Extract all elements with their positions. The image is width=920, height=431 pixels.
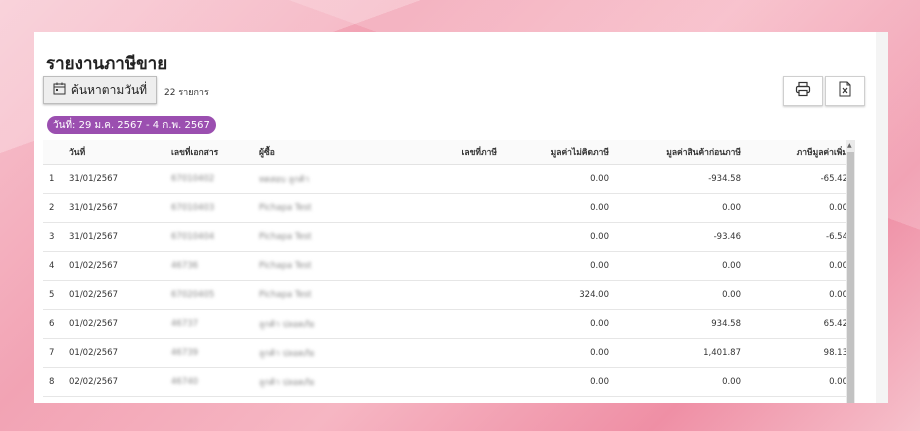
scroll-up-icon[interactable]: ▲ [847, 142, 852, 149]
table-row[interactable]: 2 31/01/2567 67010403 Pichapa Test 0.00 … [43, 193, 854, 223]
row-date: 01/02/2567 [63, 251, 165, 281]
col-date[interactable]: วันที่ [63, 140, 165, 165]
row-doc-no: 67010404 [165, 222, 253, 252]
printer-icon [795, 81, 811, 101]
row-tax-id [365, 367, 503, 397]
row-non-vat: 324.00 [503, 280, 615, 310]
row-tax-id [365, 193, 503, 223]
search-by-date-button[interactable]: ค้นหาตามวันที่ [43, 76, 157, 104]
col-non-vat[interactable]: มูลค่าไม่คิดภาษี [503, 140, 615, 165]
row-vat: 0.00 [747, 280, 854, 310]
row-non-vat: 0.00 [503, 309, 615, 339]
row-buyer: ลูกค้า ปลอดภัย [253, 309, 365, 339]
row-pre-tax: 934.58 [615, 309, 747, 339]
table-row[interactable]: 6 01/02/2567 46737 ลูกค้า ปลอดภัย 0.00 9… [43, 309, 854, 339]
export-excel-button[interactable] [825, 76, 865, 106]
page-title: รายงานภาษีขาย [46, 54, 168, 74]
row-vat: 0.00 [747, 193, 854, 223]
row-vat: 65.42 [747, 309, 854, 339]
row-doc-no: 46737 [165, 309, 253, 339]
row-buyer: Pichapa Test [253, 251, 365, 281]
row-date: 02/02/2567 [63, 367, 165, 397]
row-tax-id [365, 164, 503, 194]
row-non-vat: 0.00 [503, 251, 615, 281]
row-date: 31/01/2567 [63, 193, 165, 223]
row-non-vat: 0.00 [503, 367, 615, 397]
search-by-date-label: ค้นหาตามวันที่ [70, 82, 148, 97]
row-buyer: ลูกค้า ปลอดภัย [253, 338, 365, 368]
row-non-vat: 0.00 [503, 164, 615, 194]
row-pre-tax: -93.46 [615, 222, 747, 252]
row-index: 4 [43, 251, 63, 281]
record-count: 22 รายการ [164, 88, 209, 98]
row-index: 1 [43, 164, 63, 194]
row-pre-tax: 0.00 [615, 367, 747, 397]
row-buyer: ทดสอบ ลูกค้า [253, 164, 365, 194]
row-doc-no: 67010402 [165, 164, 253, 194]
col-index [43, 140, 63, 165]
row-doc-no: 67020405 [165, 280, 253, 310]
row-buyer: Pichapa Test [253, 280, 365, 310]
row-index: 8 [43, 367, 63, 397]
row-pre-tax: -934.58 [615, 164, 747, 194]
table-row[interactable]: 7 01/02/2567 46739 ลูกค้า ปลอดภัย 0.00 1… [43, 338, 854, 368]
row-index: 3 [43, 222, 63, 252]
table-row[interactable]: 3 31/01/2567 67010404 Pichapa Test 0.00 … [43, 222, 854, 252]
row-pre-tax: 1,401.87 [615, 338, 747, 368]
row-doc-no: 46740 [165, 367, 253, 397]
row-date: 31/01/2567 [63, 164, 165, 194]
row-date: 01/02/2567 [63, 309, 165, 339]
panel-edge [876, 32, 888, 403]
row-index: 6 [43, 309, 63, 339]
row-buyer: Pichapa Test [253, 222, 365, 252]
row-doc-no: 67010403 [165, 193, 253, 223]
row-vat: -6.54 [747, 222, 854, 252]
row-tax-id [365, 251, 503, 281]
row-pre-tax: 0.00 [615, 280, 747, 310]
row-vat: 98.13 [747, 338, 854, 368]
row-doc-no: 46739 [165, 338, 253, 368]
row-non-vat: 0.00 [503, 222, 615, 252]
row-vat: -65.42 [747, 164, 854, 194]
calendar-icon [53, 82, 66, 98]
report-table: วันที่ เลขที่เอกสาร ผู้ซื้อ เลขที่ภาษี ม… [43, 140, 863, 397]
row-pre-tax: 0.00 [615, 193, 747, 223]
col-vat[interactable]: ภาษีมูลค่าเพิ่ม [747, 140, 854, 165]
row-vat: 0.00 [747, 367, 854, 397]
excel-icon [838, 81, 852, 101]
row-non-vat: 0.00 [503, 338, 615, 368]
row-index: 7 [43, 338, 63, 368]
date-range-chip[interactable]: วันที่: 29 ม.ค. 2567 - 4 ก.พ. 2567 [47, 116, 216, 134]
row-vat: 0.00 [747, 251, 854, 281]
table-row[interactable]: 5 01/02/2567 67020405 Pichapa Test 324.0… [43, 280, 854, 310]
col-doc-no[interactable]: เลขที่เอกสาร [165, 140, 253, 165]
report-panel: รายงานภาษีขาย ค้นหาตามวันที่ 22 รายการ ว… [34, 32, 876, 403]
row-date: 31/01/2567 [63, 222, 165, 252]
table-row[interactable]: 1 31/01/2567 67010402 ทดสอบ ลูกค้า 0.00 … [43, 164, 854, 194]
row-index: 5 [43, 280, 63, 310]
row-doc-no: 46736 [165, 251, 253, 281]
print-button[interactable] [783, 76, 823, 106]
row-buyer: Pichapa Test [253, 193, 365, 223]
scroll-thumb[interactable] [847, 152, 854, 403]
row-tax-id [365, 222, 503, 252]
row-tax-id [365, 280, 503, 310]
row-tax-id [365, 309, 503, 339]
col-buyer[interactable]: ผู้ซื้อ [253, 140, 365, 165]
row-date: 01/02/2567 [63, 280, 165, 310]
table-row[interactable]: 8 02/02/2567 46740 ลูกค้า ปลอดภัย 0.00 0… [43, 367, 854, 397]
row-date: 01/02/2567 [63, 338, 165, 368]
row-pre-tax: 0.00 [615, 251, 747, 281]
table-header-row: วันที่ เลขที่เอกสาร ผู้ซื้อ เลขที่ภาษี ม… [43, 140, 854, 165]
col-pre-tax[interactable]: มูลค่าสินค้าก่อนภาษี [615, 140, 747, 165]
row-tax-id [365, 338, 503, 368]
row-buyer: ลูกค้า ปลอดภัย [253, 367, 365, 397]
table-scrollbar[interactable]: ▲ [846, 140, 855, 403]
row-index: 2 [43, 193, 63, 223]
row-non-vat: 0.00 [503, 193, 615, 223]
col-tax-id[interactable]: เลขที่ภาษี [365, 140, 503, 165]
table-row[interactable]: 4 01/02/2567 46736 Pichapa Test 0.00 0.0… [43, 251, 854, 281]
